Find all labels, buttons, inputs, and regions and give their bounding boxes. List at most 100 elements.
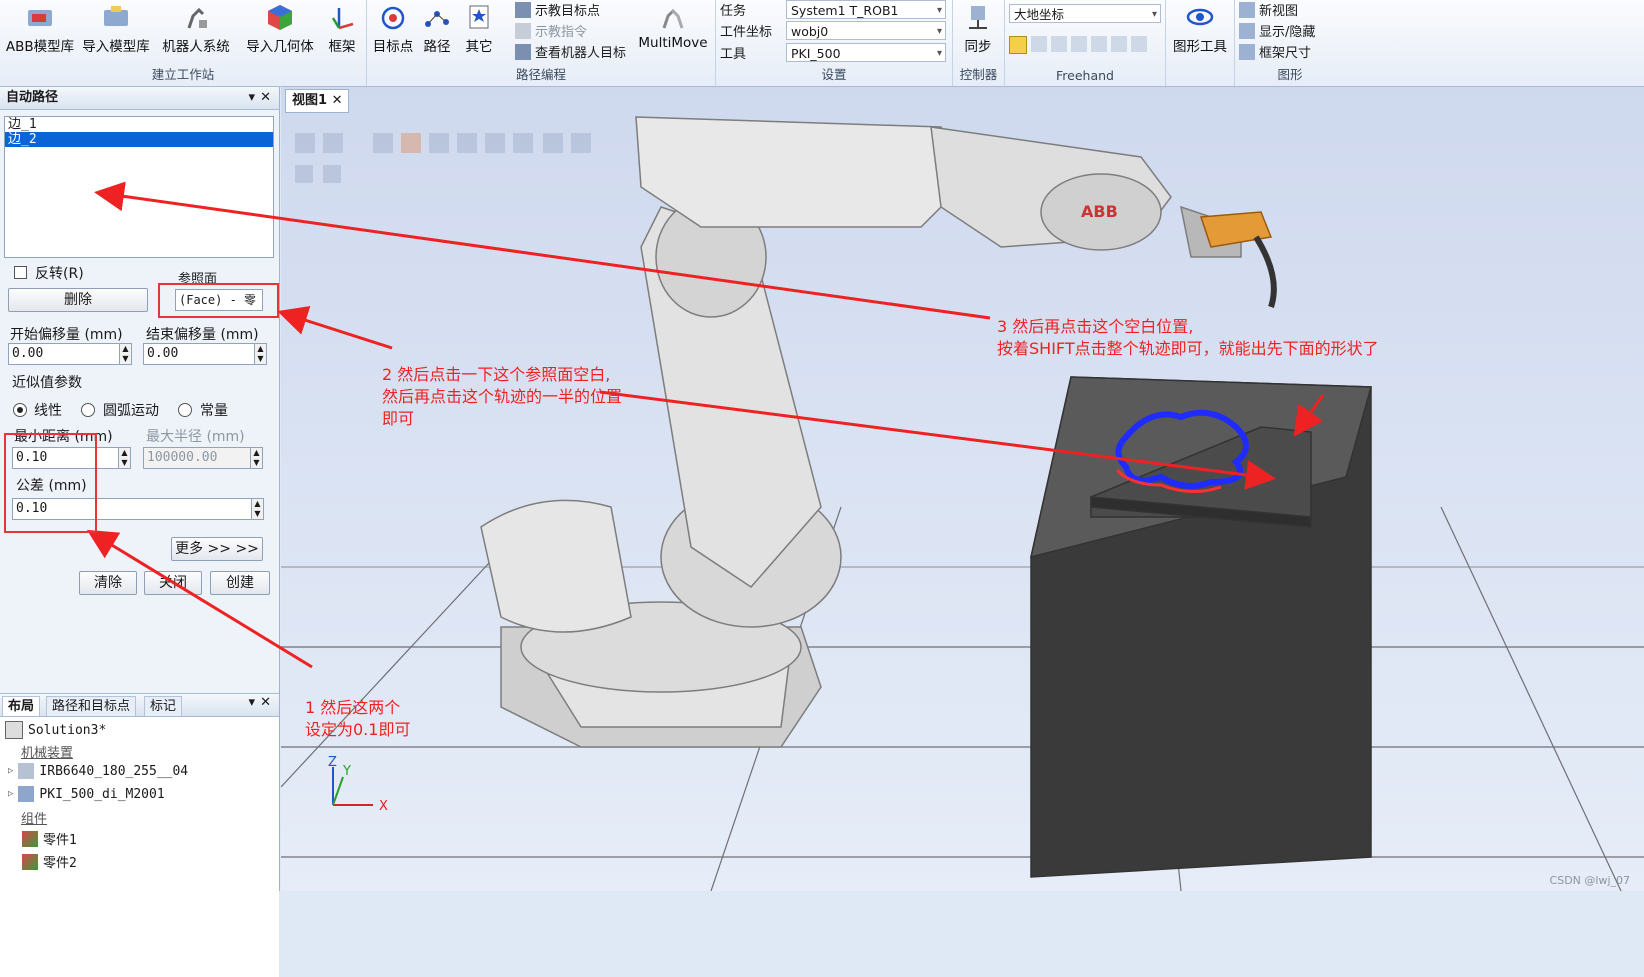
end-offset-input[interactable]: 0.00 [143, 343, 255, 365]
new-view-button[interactable]: 新视图 [1239, 0, 1298, 19]
target-button[interactable]: 目标点 [371, 2, 415, 55]
drag-tool-icon[interactable] [1051, 36, 1067, 52]
frame-button[interactable]: 框架 [322, 2, 362, 55]
panel-menu-icon[interactable]: ▾ [248, 87, 255, 109]
edge-list[interactable]: 边_1 边_2 [4, 116, 274, 258]
tree-item-part1[interactable]: 零件1 [22, 829, 77, 848]
layout-tree: Solution3* 机械装置 ▷ IRB6640_180_255__04 ▷ PK… [0, 717, 279, 977]
viewport[interactable]: 视图1 ✕ ABB Z Y X [281, 87, 1644, 891]
teach-target-button[interactable]: 示教目标点 [515, 0, 600, 19]
multimove-icon [662, 8, 684, 29]
other-button[interactable]: 其它 [461, 2, 497, 55]
path-button[interactable]: 路径 [417, 2, 457, 55]
frame-size-button[interactable]: 框架尺寸 [1239, 42, 1311, 61]
layout-panel-tabs: 布局 路径和目标点 标记 ▾ ✕ [0, 693, 279, 717]
task-select[interactable]: System1 T_ROB1 [786, 0, 946, 20]
path-icon [425, 11, 449, 27]
ribbon: ABB模型库 导入模型库 机器人系统 导入几何体 框架 建立工作站 目标点 路径 [0, 0, 1644, 87]
part-icon [22, 830, 38, 847]
clear-button[interactable]: 清除 [79, 571, 137, 595]
tree-item-tool[interactable]: ▷ PKI_500_di_M2001 [8, 786, 165, 802]
sync-button[interactable]: 同步 [958, 2, 998, 55]
abb-library-button[interactable]: ABB模型库 [4, 2, 76, 55]
radio-constant-label: 常量 [200, 403, 228, 419]
group-path-programming: 目标点 路径 其它 示教目标点 示教指令 查看机器人目标 MultiMove 路… [367, 0, 716, 86]
group-controller: 同步 控制器 [953, 0, 1005, 86]
tree-item-robot[interactable]: ▷ IRB6640_180_255__04 [8, 763, 188, 779]
tree-item-part2[interactable]: 零件2 [22, 852, 77, 871]
jog-linear-icon[interactable] [1091, 36, 1107, 52]
radio-constant[interactable] [178, 403, 192, 417]
annotation-step-1: 1 然后这两个 设定为0.1即可 [305, 698, 411, 739]
multimove-button[interactable]: MultiMove [637, 2, 709, 51]
delete-button[interactable]: 删除 [8, 288, 148, 312]
tree-item-solution[interactable]: Solution3* [5, 721, 106, 739]
expand-chevron-icon[interactable]: ▷ [8, 766, 13, 776]
group-graphics-tools: 图形工具 [1166, 0, 1235, 86]
more-button[interactable]: 更多 >> >> [171, 537, 263, 561]
robot-system-button[interactable]: 机器人系统 [158, 2, 234, 55]
auto-path-title: 自动路径 [6, 90, 59, 105]
group-settings: 任务 工件坐标 工具 System1 T_ROB1 wobj0 PKI_500 … [716, 0, 953, 86]
target-icon [381, 6, 405, 30]
panel-close-icon[interactable]: ✕ [260, 87, 271, 109]
start-offset-spinner[interactable]: ▲ ▼ [119, 343, 132, 365]
tab-layout[interactable]: 布局 [2, 696, 41, 716]
radio-arc[interactable] [81, 403, 95, 417]
group-label-build: 建立工作站 [151, 67, 215, 82]
max-radius-label: 最大半径 (mm) [146, 429, 245, 445]
expand-chevron-icon[interactable]: ▷ [8, 789, 13, 799]
move-tool-icon[interactable] [1009, 36, 1027, 54]
close-button[interactable]: 关闭 [144, 571, 202, 595]
group-label-controller: 控制器 [959, 67, 998, 82]
tab-paths-targets[interactable]: 路径和目标点 [46, 696, 137, 716]
robot-system-icon [187, 7, 207, 29]
annotation-step-3: 3 然后再点击这个空白位置, 按着SHIFT点击整个轨迹即可，就能出先下面的形状… [997, 317, 1379, 358]
jog-joint-icon[interactable] [1071, 36, 1087, 52]
tree-group-components: 组件 [21, 812, 48, 827]
part-icon [22, 853, 38, 870]
list-item[interactable]: 边_2 [5, 132, 273, 147]
layout-panel-close-icon[interactable]: ✕ [260, 695, 271, 710]
tool-select[interactable]: PKI_500 [786, 43, 946, 63]
other-icon [469, 5, 489, 29]
reference-frame-select[interactable]: 大地坐标 [1009, 4, 1161, 24]
multi-robot-jog-icon[interactable] [1131, 36, 1147, 52]
wobj-select[interactable]: wobj0 [786, 21, 946, 41]
show-hide-button[interactable]: 显示/隐藏 [1239, 21, 1315, 40]
import-library-button[interactable]: 导入模型库 [78, 2, 154, 55]
jog-reorient-icon[interactable] [1111, 36, 1127, 52]
highlight-reference-face [158, 283, 279, 318]
approx-params-label: 近似值参数 [12, 375, 82, 391]
list-item[interactable]: 边_1 [5, 117, 273, 132]
radio-linear[interactable] [13, 403, 27, 417]
import-geometry-button[interactable]: 导入几何体 [244, 2, 316, 55]
reverse-label: 反转(R) [35, 266, 84, 282]
start-offset-input[interactable]: 0.00 [8, 343, 120, 365]
layout-panel-menu-icon[interactable]: ▾ [248, 695, 255, 710]
reverse-checkbox[interactable] [14, 266, 27, 279]
group-label-settings: 设置 [821, 67, 847, 82]
radio-linear-label: 线性 [34, 403, 62, 419]
radio-arc-label: 圆弧运动 [103, 403, 159, 419]
group-label-path: 路径编程 [515, 67, 566, 82]
robot-icon [18, 763, 35, 779]
rotate-tool-icon[interactable] [1031, 36, 1047, 52]
create-button[interactable]: 创建 [210, 571, 270, 595]
group-build-station: ABB模型库 导入模型库 机器人系统 导入几何体 框架 建立工作站 [0, 0, 367, 86]
view-robot-target-button[interactable]: 查看机器人目标 [515, 42, 626, 61]
axis-z-label: Z [328, 755, 337, 770]
teach-instruction-button[interactable]: 示教指令 [515, 21, 587, 40]
min-distance-spinner[interactable]: ▲ ▼ [118, 447, 131, 469]
teach-target-icon [515, 1, 531, 18]
graphics-tools-button[interactable]: 图形工具 [1170, 2, 1230, 55]
new-view-icon [1239, 1, 1255, 18]
floor-grid [281, 506, 1644, 891]
auto-path-title-bar: 自动路径 ▾ ✕ [0, 87, 279, 110]
tab-tags[interactable]: 标记 [144, 696, 183, 716]
show-hide-icon [1239, 22, 1255, 39]
tolerance-spinner[interactable]: ▲ ▼ [251, 498, 264, 520]
group-freehand: 大地坐标 Freehand [1005, 0, 1166, 86]
abb-library-icon [28, 10, 52, 26]
end-offset-spinner[interactable]: ▲ ▼ [254, 343, 267, 365]
